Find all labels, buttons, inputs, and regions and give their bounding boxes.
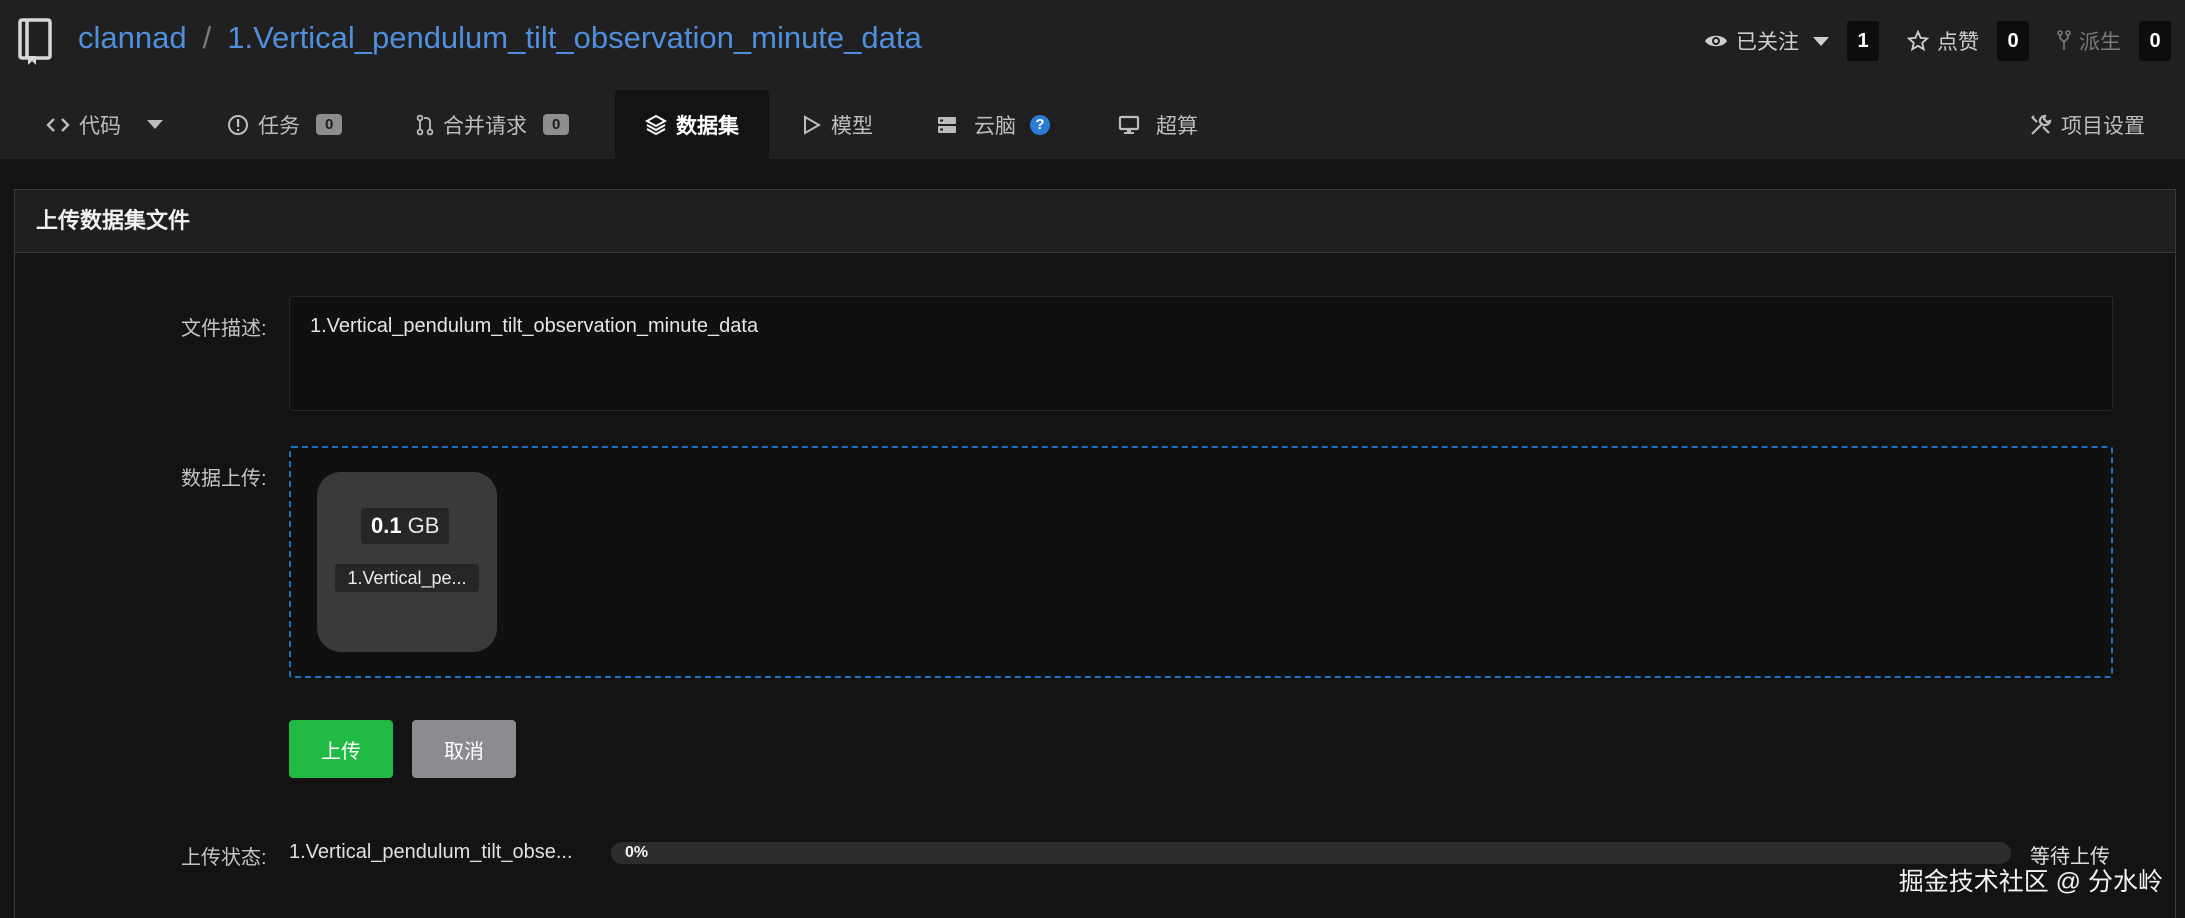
play-outline-icon [804,114,822,135]
fork-icon [2057,30,2071,50]
upload-status-label: 上传状态: [181,847,267,869]
tab-pulls[interactable]: 合并请求 0 [416,90,570,159]
issues-count-badge: 0 [316,114,343,135]
watch-count[interactable]: 1 [1847,21,1879,61]
fork-count[interactable]: 0 [2139,21,2171,61]
repo-link[interactable]: 1.Vertical_pendulum_tilt_observation_min… [227,20,922,56]
file-size-unit: GB [407,513,440,538]
file-drop-zone[interactable]: 0.1 GB 1.Vertical_pe... [289,446,2113,678]
issue-icon [228,114,248,135]
repo-actions: 已关注 1 点赞 0 派生 0 [1676,20,2171,62]
tab-models[interactable]: 模型 [802,90,873,159]
breadcrumb-separator: / [202,20,212,55]
progress-percent: 0% [625,844,649,861]
desktop-icon [1118,115,1140,134]
breadcrumb: clannad / 1.Vertical_pendulum_tilt_obser… [78,18,922,58]
repo-book-icon [18,18,52,65]
tab-code-label: 代码 [79,114,121,138]
status-file-name: 1.Vertical_pendulum_tilt_obse... [289,841,573,863]
file-size: 0.1 GB [361,508,450,544]
tab-models-label: 模型 [831,114,873,138]
file-preview-card[interactable]: 0.1 GB 1.Vertical_pe... [317,472,497,652]
data-upload-label: 数据上传: [181,468,267,490]
repo-header: clannad / 1.Vertical_pendulum_tilt_obser… [0,0,2185,159]
tab-supercompute[interactable]: 超算 [1118,90,1198,159]
help-icon[interactable]: ? [1030,114,1050,135]
file-description-input[interactable]: 1.Vertical_pendulum_tilt_observation_min… [289,296,2113,411]
tab-supercompute-label: 超算 [1156,114,1198,138]
layers-icon [645,114,667,135]
tab-datasets[interactable]: 数据集 [615,90,769,159]
star-label: 点赞 [1937,31,1979,54]
tab-code[interactable]: 代码 [46,90,163,159]
code-icon [46,117,70,132]
watch-button[interactable]: 已关注 1 [1704,21,1879,61]
tab-cloudbrain[interactable]: 云脑 ? [936,90,1050,159]
server-icon [938,116,956,133]
watermark: 掘金技术社区 @ 分水岭 [1898,868,2163,896]
eye-icon [1705,35,1727,47]
star-button[interactable]: 点赞 0 [1907,21,2029,61]
tab-settings-label: 项目设置 [2061,114,2145,138]
file-name: 1.Vertical_pe... [335,564,479,592]
pull-request-icon [416,114,434,135]
cancel-button[interactable]: 取消 [412,720,516,778]
upload-dataset-panel: 上传数据集文件 文件描述: 1.Vertical_pendulum_tilt_o… [14,189,2176,918]
chevron-down-icon[interactable] [147,120,163,129]
file-description-label: 文件描述: [181,318,267,340]
star-count[interactable]: 0 [1997,21,2029,61]
owner-link[interactable]: clannad [78,20,187,56]
tab-datasets-label: 数据集 [676,114,739,138]
file-size-value: 0.1 [371,513,402,538]
panel-title: 上传数据集文件 [15,190,2175,253]
upload-progress-bar: 0% [611,842,2011,864]
tab-settings[interactable]: 项目设置 [2029,90,2145,159]
chevron-down-icon[interactable] [1813,36,1829,46]
star-icon [1907,30,1929,52]
tab-issues[interactable]: 任务 0 [227,90,343,159]
tools-icon [2031,114,2052,135]
pulls-count-badge: 0 [543,114,570,135]
upload-button[interactable]: 上传 [289,720,393,778]
tab-pulls-label: 合并请求 [443,114,527,138]
fork-button[interactable]: 派生 0 [2057,21,2171,61]
fork-label: 派生 [2079,31,2121,54]
repo-tabs: 代码 任务 0 合并请求 0 数据集 模型 云脑 ? 超算 项目设置 [0,90,2185,159]
tab-issues-label: 任务 [258,114,300,138]
watch-label: 已关注 [1736,31,1799,54]
tab-cloudbrain-label: 云脑 [974,114,1016,138]
